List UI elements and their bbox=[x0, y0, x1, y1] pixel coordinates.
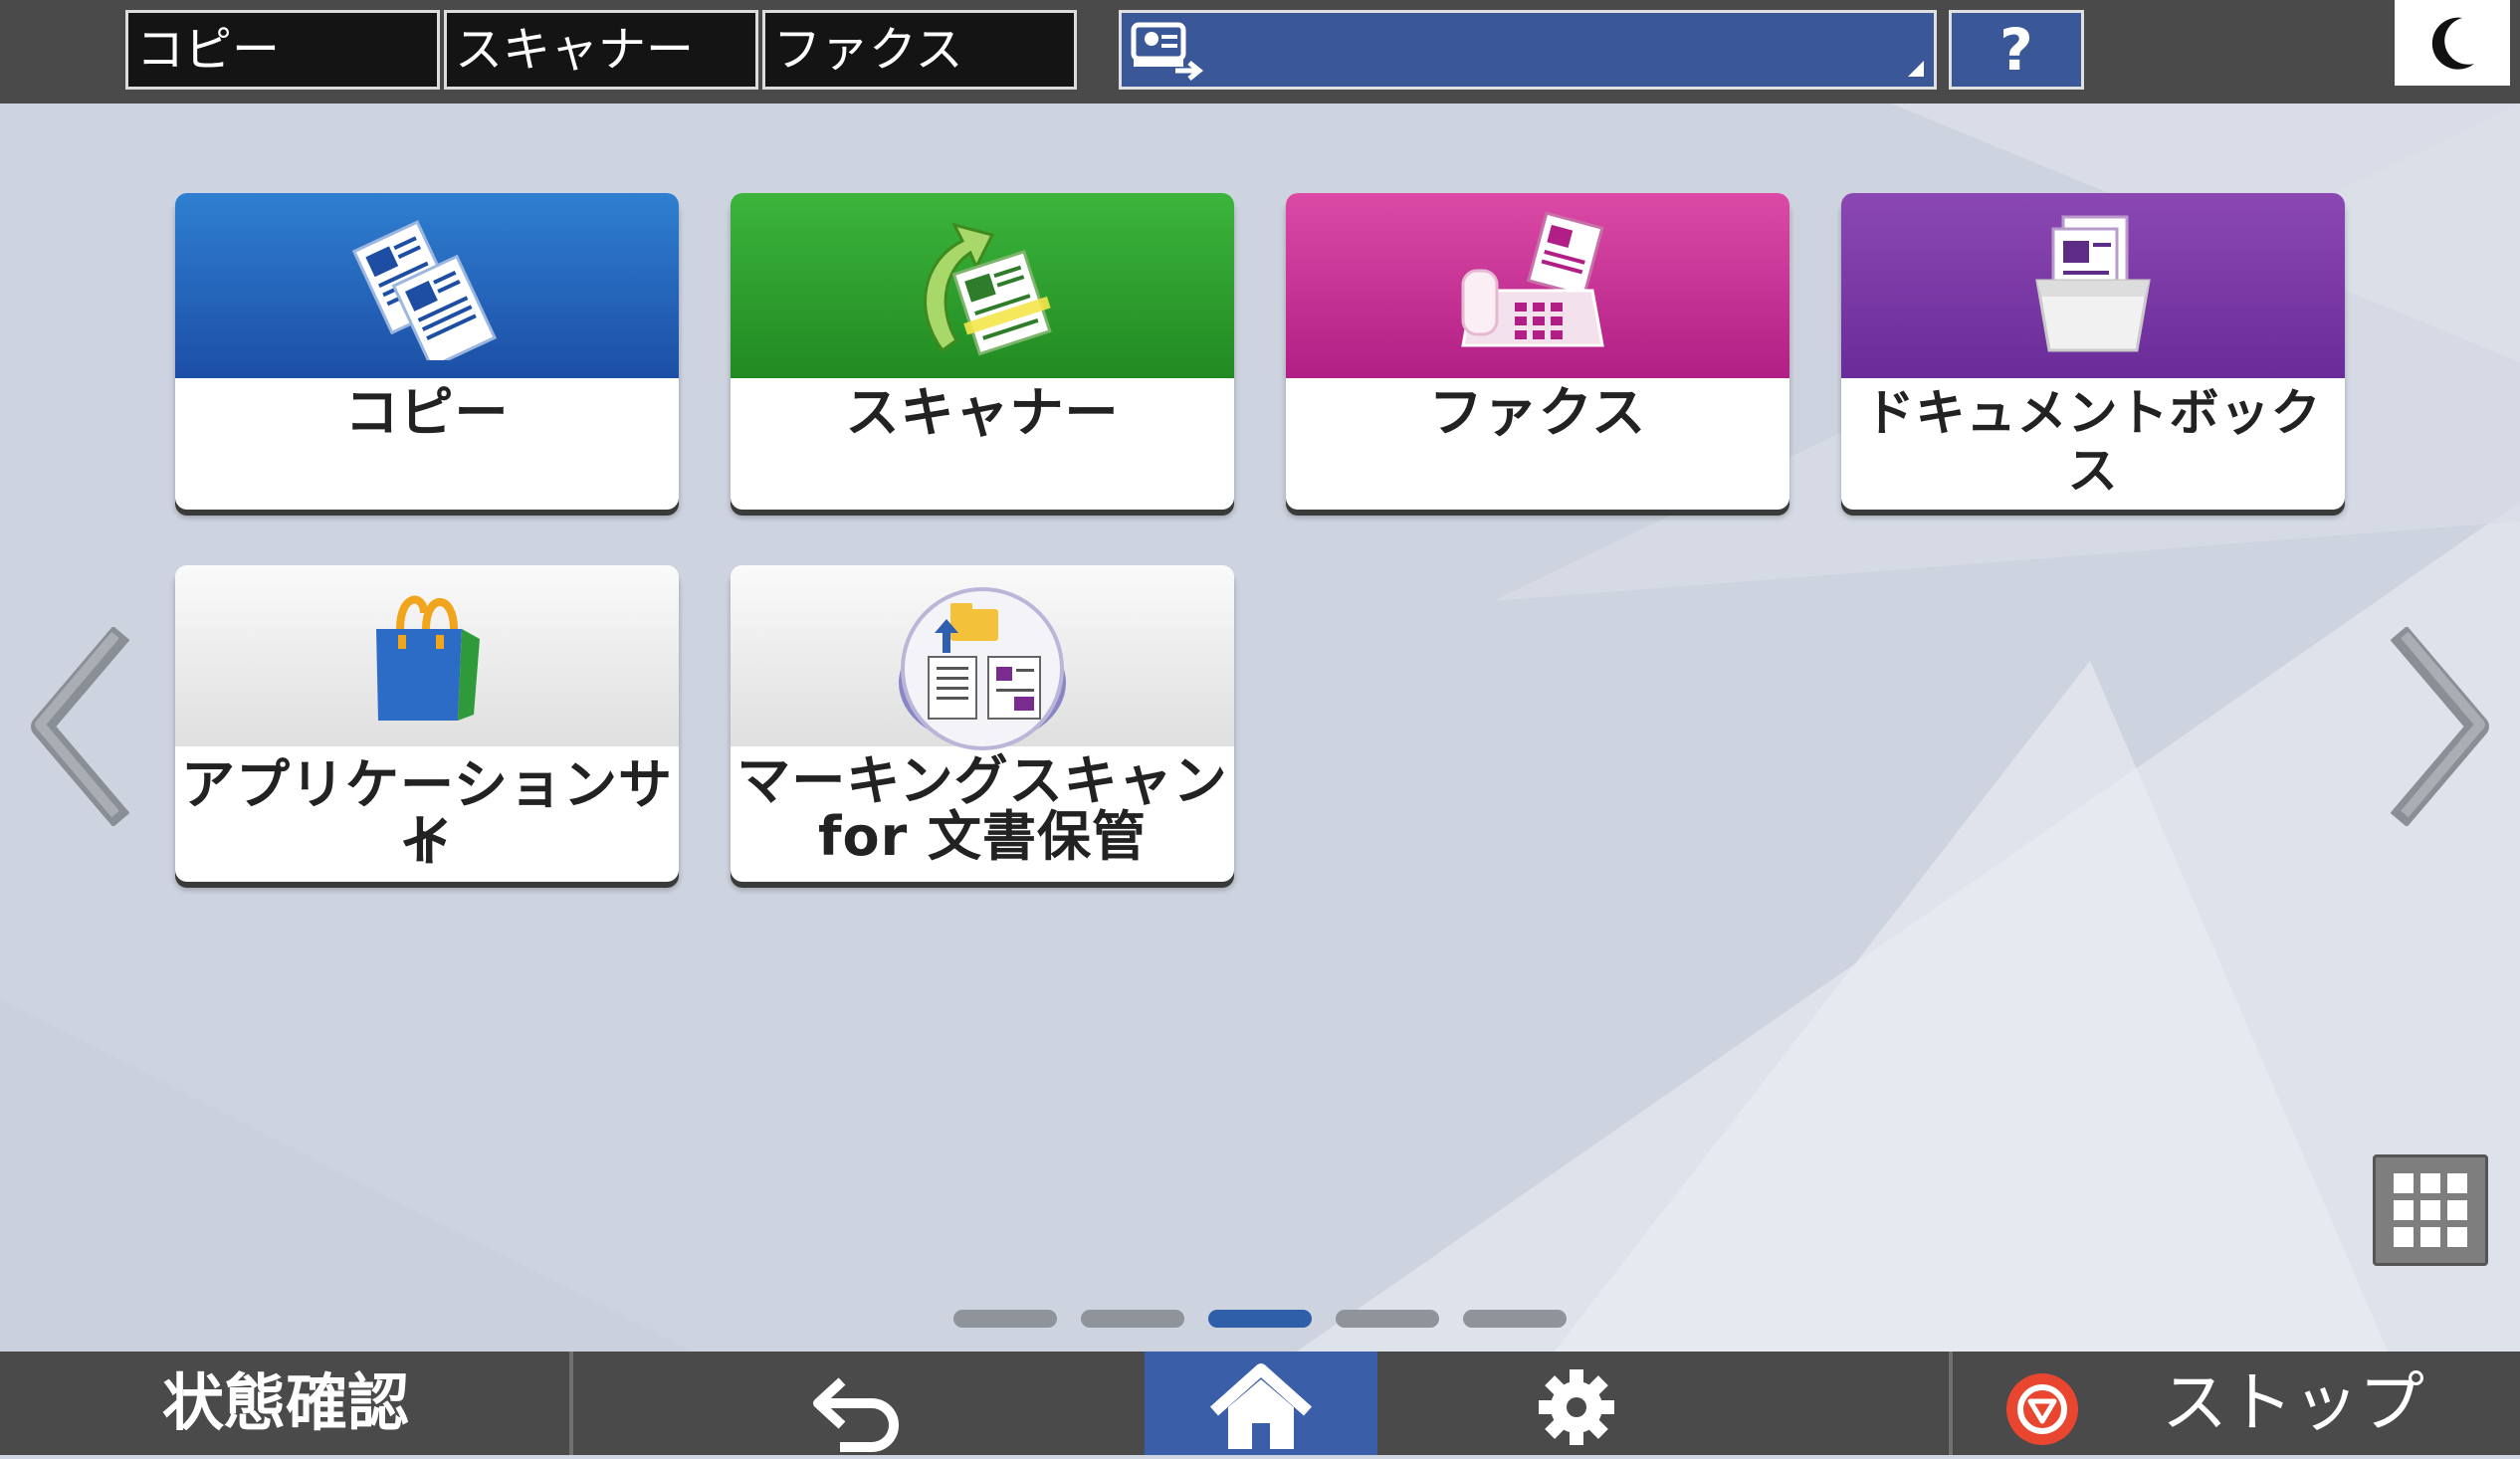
tile-copy[interactable]: コピー bbox=[175, 193, 679, 510]
tile-fax-label: ファクス bbox=[1428, 381, 1647, 444]
login-user-selector[interactable] bbox=[1119, 10, 1937, 90]
moon-icon bbox=[2431, 17, 2474, 70]
tile-marking-scan-label-line1: マーキングスキャン bbox=[736, 749, 1228, 812]
back-arrow-icon bbox=[813, 1377, 899, 1452]
stop-button[interactable]: ストップ bbox=[1953, 1352, 2520, 1455]
shortcut-fax-button[interactable]: ファクス bbox=[762, 10, 1077, 90]
copy-icon bbox=[351, 220, 498, 360]
page-indicator-2[interactable] bbox=[1081, 1310, 1184, 1328]
home-icon bbox=[1210, 1363, 1312, 1449]
page-indicator-4[interactable] bbox=[1336, 1310, 1439, 1328]
tile-application-site[interactable]: アプリケーションサイ ト bbox=[175, 565, 679, 882]
gear-icon bbox=[1539, 1369, 1614, 1445]
tile-fax[interactable]: ファクス bbox=[1286, 193, 1789, 510]
next-page-arrow-icon[interactable] bbox=[2391, 627, 2494, 826]
status-check-button[interactable]: 状態確認 bbox=[0, 1352, 571, 1455]
tile-document-box[interactable]: ドキュメントボックス bbox=[1841, 193, 2345, 510]
marking-scan-icon bbox=[899, 587, 1066, 750]
tile-marking-scan-label-line2: for 文書保管 bbox=[817, 805, 1148, 868]
help-button[interactable]: ? bbox=[1949, 10, 2084, 90]
top-bar: コピー スキャナー ファクス ? bbox=[0, 0, 2520, 104]
tile-document-box-label: ドキュメントボックス bbox=[1864, 384, 2322, 500]
shortcut-scanner-button[interactable]: スキャナー bbox=[444, 10, 758, 90]
page-indicator-5[interactable] bbox=[1463, 1310, 1567, 1328]
previous-page-arrow-icon[interactable] bbox=[26, 627, 129, 826]
tile-copy-label: コピー bbox=[344, 381, 510, 444]
dropdown-indicator-icon bbox=[1908, 61, 1924, 77]
app-list-button[interactable] bbox=[2373, 1154, 2488, 1266]
home-button[interactable] bbox=[1145, 1352, 1377, 1455]
shopping-bag-icon bbox=[376, 595, 480, 721]
page-indicator-1[interactable] bbox=[953, 1310, 1057, 1328]
shortcut-copy-button[interactable]: コピー bbox=[125, 10, 440, 90]
tile-application-site-label-line2: ト bbox=[399, 809, 455, 872]
tile-scanner[interactable]: スキャナー bbox=[731, 193, 1234, 510]
fax-icon bbox=[1461, 211, 1604, 347]
grid-icon bbox=[2394, 1173, 2467, 1247]
energy-saver-button[interactable] bbox=[2395, 0, 2510, 86]
stop-icon bbox=[2006, 1373, 2078, 1445]
tile-marking-scan[interactable]: マーキングスキャン for 文書保管 bbox=[731, 565, 1234, 882]
page-indicator-3[interactable] bbox=[1208, 1310, 1312, 1328]
tile-scanner-label: スキャナー bbox=[845, 381, 1120, 444]
stop-label: ストップ bbox=[2162, 1364, 2424, 1441]
login-icon bbox=[1131, 22, 1204, 81]
document-box-icon bbox=[2035, 215, 2151, 352]
back-button[interactable] bbox=[573, 1352, 1143, 1455]
scanner-icon bbox=[924, 222, 1052, 356]
settings-button[interactable] bbox=[1379, 1352, 1951, 1455]
